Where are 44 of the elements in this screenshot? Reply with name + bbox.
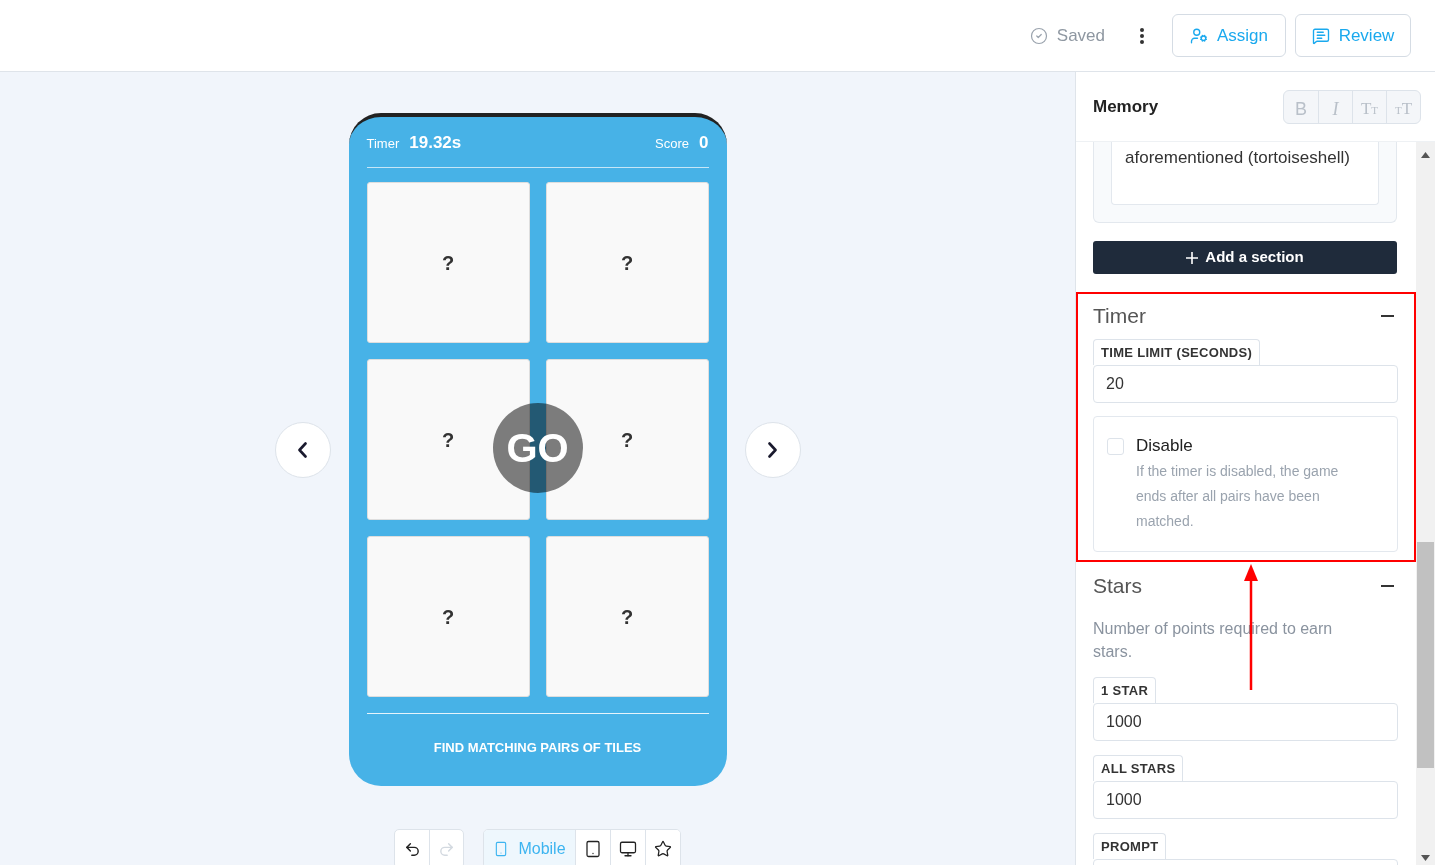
scroll-down-icon: [1421, 855, 1430, 861]
section-title: Timer: [1093, 303, 1146, 330]
plus-icon: [1186, 251, 1199, 264]
save-status: Saved: [1056, 24, 1105, 47]
score-value: 0: [699, 132, 709, 155]
add-section-button[interactable]: Add a section: [1093, 241, 1397, 274]
field-label: TIME LIMIT (SECONDS): [1093, 339, 1261, 365]
minus-icon: [1380, 315, 1394, 317]
timer-value: 19.32s: [409, 132, 462, 155]
input-field[interactable]: 1000: [1093, 703, 1398, 741]
checkbox[interactable]: [1107, 438, 1124, 455]
scroll-up-icon: [1421, 152, 1430, 158]
field-label: PROMPT: [1093, 833, 1167, 859]
monitor-icon: [619, 840, 637, 858]
check-circle-icon: [1029, 26, 1048, 45]
user-gear-icon: [1190, 26, 1208, 45]
memory-tile[interactable]: ?: [366, 536, 530, 697]
minus-icon: [1380, 585, 1394, 587]
option-description: If the timer is disabled, the game ends after all pairs have been matched.: [1136, 462, 1340, 531]
star-view-button[interactable]: [645, 830, 680, 865]
input-field[interactable]: 1000: [1093, 781, 1398, 819]
chevron-right-icon: [768, 441, 777, 458]
field-label: 1 STAR: [1093, 677, 1157, 703]
field-label: ALL STARS: [1093, 755, 1184, 781]
star-icon: [654, 840, 672, 858]
tablet-icon: [584, 840, 602, 858]
message-icon: [1311, 26, 1330, 45]
section-title: Stars: [1093, 573, 1142, 600]
redo-arrow-icon: [438, 840, 455, 858]
memory-tile[interactable]: ?: [545, 536, 709, 697]
option-label: Disable: [1136, 435, 1194, 457]
input-field[interactable]: 20: [1093, 365, 1398, 403]
timer-label: Timer: [366, 135, 400, 154]
scrollbar[interactable]: [1416, 142, 1435, 865]
memory-tile[interactable]: ?: [366, 182, 530, 343]
more-icon: [1140, 27, 1144, 44]
panel-title: Memory: [1093, 95, 1159, 118]
scrollbar-thumb[interactable]: [1417, 542, 1434, 768]
instruction-text: FIND MATCHING PAIRS OF TILES: [433, 739, 642, 758]
chevron-left-icon: [298, 441, 307, 458]
text-area[interactable]: aforementioned (tortoiseshell): [1111, 142, 1379, 205]
memory-tile[interactable]: ?: [545, 182, 709, 343]
undo-arrow-icon: [403, 840, 421, 858]
score-label: Score: [655, 135, 690, 154]
